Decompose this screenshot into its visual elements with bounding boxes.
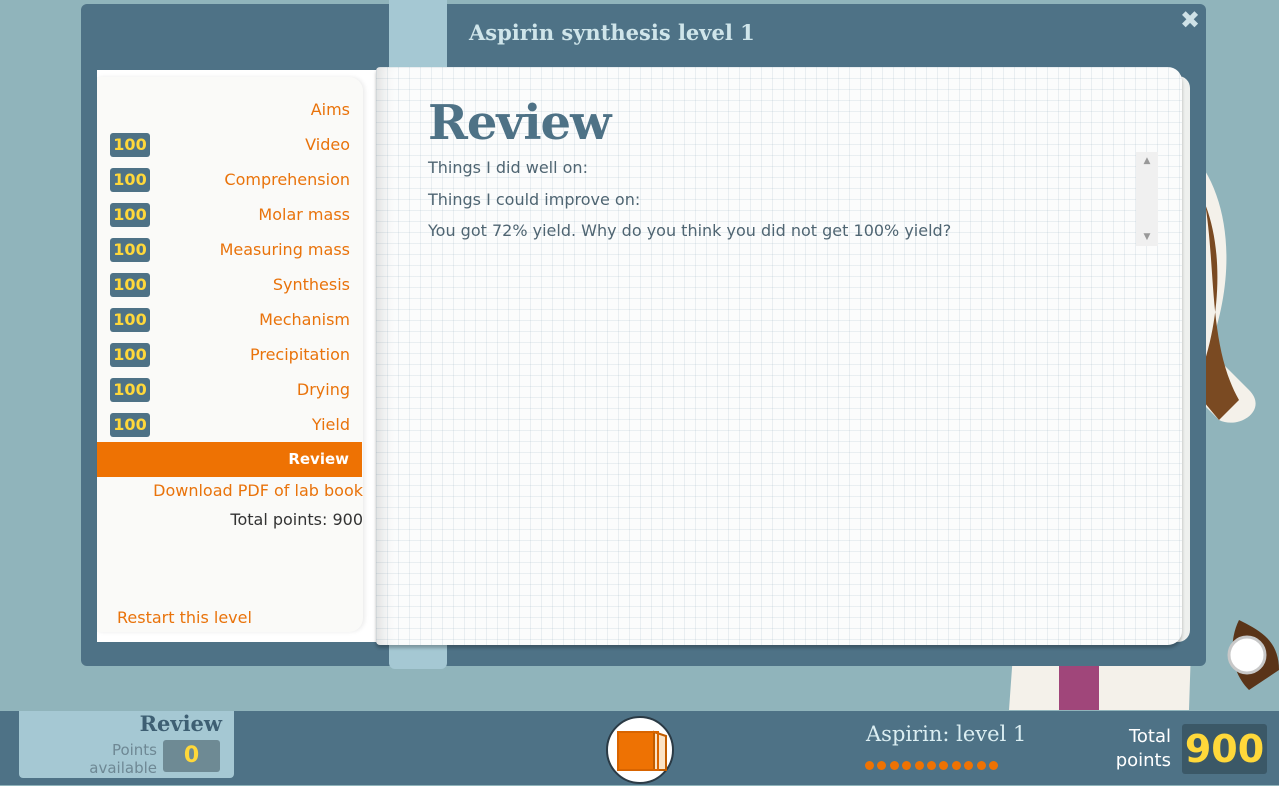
current-section-card: Review Points available 0 <box>19 711 234 778</box>
score-badge: 100 <box>110 378 150 402</box>
score-badge: 100 <box>110 413 150 437</box>
nav-item-mechanism[interactable]: 100 Mechanism <box>97 302 363 337</box>
review-prompt: Things I could improve on: <box>428 190 641 209</box>
nav-item-measuring-mass[interactable]: 100 Measuring mass <box>97 232 363 267</box>
review-prompt: Things I did well on: <box>428 158 588 177</box>
page-title: Review <box>428 95 611 151</box>
nav-item-label: Drying <box>296 380 350 399</box>
bottom-status-bar: Review Points available 0 Aspirin: level… <box>0 711 1279 785</box>
download-pdf-link[interactable]: Download PDF of lab book <box>153 481 363 500</box>
progress-dot <box>964 761 974 770</box>
nav-item-label: Video <box>305 135 350 154</box>
progress-dot <box>976 761 986 770</box>
score-badge: 100 <box>110 203 150 227</box>
score-badge: 100 <box>110 273 150 297</box>
nav-item-drying[interactable]: 100 Drying <box>97 372 363 407</box>
score-badge: 100 <box>110 168 150 192</box>
progress-dot <box>988 761 998 770</box>
restart-level-link[interactable]: Restart this level <box>117 608 252 627</box>
lab-book-left-page: Aims 100 Video 100 Comprehension 100 Mol… <box>97 70 377 642</box>
notebook-icon <box>617 730 667 771</box>
scroll-down-icon[interactable]: ▼ <box>1136 232 1158 242</box>
scroll-up-icon[interactable]: ▲ <box>1136 156 1158 166</box>
score-badge: 100 <box>110 238 150 262</box>
nav-item-label: Molar mass <box>258 205 350 224</box>
points-available-value: 0 <box>163 740 220 772</box>
total-points-text: Total points: 900 <box>230 510 363 529</box>
lab-book-right-page: Review Things I did well on: Things I co… <box>376 67 1182 645</box>
progress-dot <box>889 761 899 770</box>
level-name: Aspirin: level 1 <box>866 722 1027 746</box>
nav-item-label: Review <box>288 450 349 468</box>
points-available-label: Points available <box>89 741 157 777</box>
nav-item-video[interactable]: 100 Video <box>97 127 363 162</box>
total-points-value: 900 <box>1182 724 1267 774</box>
progress-dot <box>914 761 924 770</box>
nav-item-label: Aims <box>310 100 350 119</box>
nav-item-molar-mass[interactable]: 100 Molar mass <box>97 197 363 232</box>
review-scrollbar[interactable]: ▲ ▼ <box>1136 152 1158 246</box>
close-icon[interactable]: ✖ <box>1178 8 1202 32</box>
nav-item-label: Precipitation <box>249 345 350 364</box>
lab-book-button[interactable] <box>606 716 674 784</box>
score-badge: 100 <box>110 308 150 332</box>
level-progress-dots <box>865 755 1001 770</box>
progress-dot <box>939 761 949 770</box>
progress-dot <box>877 761 887 770</box>
current-section-title: Review <box>139 711 222 736</box>
nav-item-review[interactable]: Review <box>97 442 362 477</box>
nav-item-aims[interactable]: Aims <box>97 92 363 127</box>
total-points-label: Total points <box>1115 726 1171 771</box>
nav-item-precipitation[interactable]: 100 Precipitation <box>97 337 363 372</box>
score-badge: 100 <box>110 133 150 157</box>
nav-item-label: Measuring mass <box>219 240 350 259</box>
progress-dot <box>865 761 874 770</box>
nav-item-comprehension[interactable]: 100 Comprehension <box>97 162 363 197</box>
progress-dot <box>926 761 936 770</box>
section-nav: Aims 100 Video 100 Comprehension 100 Mol… <box>97 77 363 632</box>
nav-item-label: Yield <box>311 415 350 434</box>
nav-item-label: Mechanism <box>259 310 350 329</box>
nav-item-label: Synthesis <box>272 275 350 294</box>
progress-dot <box>902 761 912 770</box>
nav-item-label: Comprehension <box>224 170 350 189</box>
score-badge: 100 <box>110 343 150 367</box>
nav-item-yield[interactable]: 100 Yield <box>97 407 363 442</box>
modal-title: Aspirin synthesis level 1 <box>469 20 755 45</box>
nav-item-synthesis[interactable]: 100 Synthesis <box>97 267 363 302</box>
review-prompt: You got 72% yield. Why do you think you … <box>428 221 952 240</box>
progress-dot <box>951 761 961 770</box>
